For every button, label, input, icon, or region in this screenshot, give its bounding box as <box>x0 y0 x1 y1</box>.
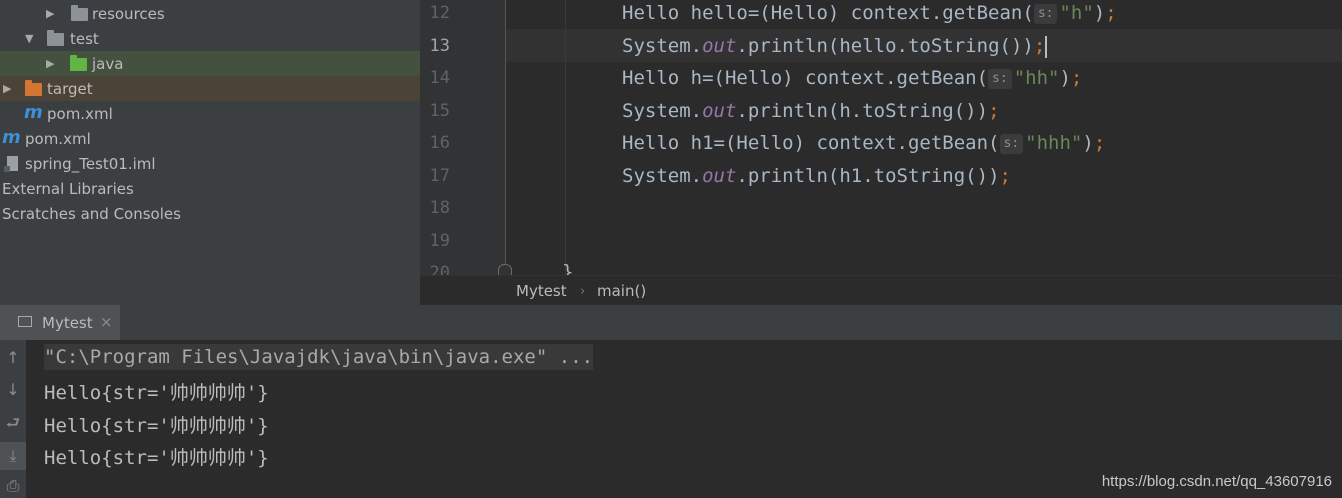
breadcrumb-class[interactable]: Mytest <box>516 282 567 300</box>
fold-marker-icon[interactable] <box>498 264 512 275</box>
tree-item-iml[interactable]: spring_Test01.iml <box>0 151 420 176</box>
code-line[interactable]: Hello hello=(Hello) context.getBean(s: "h… <box>622 2 1117 24</box>
code-editor[interactable]: 12 13 14 15 16 17 18 19 20 Hello hello=(… <box>420 0 1342 275</box>
semicolon: ; <box>1105 2 1117 24</box>
run-config-icon <box>18 316 32 327</box>
parameter-hint: s: <box>988 68 1012 89</box>
soft-wrap-icon[interactable]: ⮐ <box>0 412 26 439</box>
tree-item-label: pom.xml <box>47 104 113 123</box>
console-output-line: Hello{str='帅帅帅帅'} <box>44 382 269 404</box>
static-field: out <box>702 100 737 122</box>
semicolon: ; <box>1033 35 1046 57</box>
static-field: out <box>702 165 737 187</box>
tree-item-pom-root[interactable]: m pom.xml <box>0 126 420 151</box>
close-icon[interactable]: × <box>100 313 113 331</box>
code-text: Hello h=(Hello) context.getBean( <box>622 67 989 89</box>
code-line-current[interactable]: System.out.println(hello.toString()); <box>622 35 1048 58</box>
line-number: 18 <box>429 198 450 218</box>
arrow-up-icon[interactable]: ↑ <box>0 348 26 367</box>
tree-item-label: target <box>47 79 93 98</box>
code-text: System. <box>622 165 703 187</box>
code-text: ) <box>1059 67 1071 89</box>
code-line[interactable]: System.out.println(h.toString()); <box>622 100 1000 122</box>
semicolon: ; <box>1093 132 1106 154</box>
breadcrumb-method[interactable]: main() <box>597 282 646 300</box>
run-tab-mytest[interactable]: Mytest × <box>0 305 120 340</box>
parameter-hint: s: <box>999 133 1024 154</box>
maven-icon: m <box>2 127 21 148</box>
line-number: 15 <box>429 101 450 121</box>
tree-item-java[interactable]: ▶ java <box>0 51 420 76</box>
line-number: 14 <box>429 68 450 88</box>
tree-item-label: External Libraries <box>2 179 134 198</box>
tree-item-label: Scratches and Consoles <box>2 204 181 223</box>
code-text: Hello hello=(Hello) context.getBean( <box>622 2 1034 24</box>
parameter-hint: s: <box>1033 3 1058 24</box>
run-toolbar: ↑ ↓ ⮐ ⤓ ⎙ <box>0 340 26 498</box>
line-number: 12 <box>429 3 450 23</box>
test-folder-icon <box>70 55 87 71</box>
tree-item-pom-target[interactable]: m pom.xml <box>0 101 420 126</box>
semicolon: ; <box>988 100 1000 122</box>
module-file-icon <box>4 156 18 172</box>
folder-icon <box>47 30 64 46</box>
tree-item-label: java <box>92 54 124 73</box>
code-line[interactable]: System.out.println(h1.toString()); <box>622 165 1011 187</box>
expand-arrow-icon[interactable]: ▶ <box>46 57 54 70</box>
run-panel-header: Mytest × <box>0 305 1342 341</box>
tree-item-resources[interactable]: ▶ resources <box>0 1 420 26</box>
code-text: .println(h.toString()) <box>736 100 989 122</box>
expand-arrow-icon[interactable]: ▶ <box>3 82 11 95</box>
closing-brace: } <box>562 261 574 275</box>
breadcrumb: Mytest › main() <box>420 275 1342 306</box>
code-line[interactable]: Hello h=(Hello) context.getBean(s: "hh"); <box>622 67 1082 89</box>
static-field: out <box>702 35 737 57</box>
tree-item-target[interactable]: ▶ target <box>0 76 420 101</box>
code-line[interactable]: Hello h1=(Hello) context.getBean(s: "hhh"… <box>622 132 1105 154</box>
line-number: 20 <box>429 263 450 275</box>
line-number: 19 <box>429 231 450 251</box>
code-text: System. <box>622 35 703 57</box>
code-text: ) <box>1093 2 1106 24</box>
tree-item-label: test <box>70 29 99 48</box>
line-number-gutter: 12 13 14 15 16 17 18 19 20 <box>420 0 505 275</box>
semicolon: ; <box>1070 67 1083 89</box>
code-text: System. <box>622 100 703 122</box>
line-number: 17 <box>429 166 450 186</box>
folder-icon <box>71 5 88 21</box>
tree-item-label: spring_Test01.iml <box>25 154 156 173</box>
tree-item-label: pom.xml <box>25 129 91 148</box>
tree-item-test[interactable]: ▼ test <box>0 26 420 51</box>
code-text: .println(h1.toString()) <box>736 165 1000 187</box>
string-literal: "h" <box>1059 2 1094 24</box>
console-output-line: Hello{str='帅帅帅帅'} <box>44 447 269 469</box>
tree-item-scratches[interactable]: Scratches and Consoles <box>0 201 420 226</box>
arrow-down-icon[interactable]: ↓ <box>0 380 26 399</box>
run-tab-label: Mytest <box>42 314 93 332</box>
console-output-line: Hello{str='帅帅帅帅'} <box>44 415 269 437</box>
run-console[interactable]: "C:\Program Files\Javajdk\java\bin\java.… <box>26 340 1342 498</box>
collapse-arrow-icon[interactable]: ▼ <box>25 32 33 45</box>
excluded-folder-icon <box>25 80 42 96</box>
string-literal: "hh" <box>1013 67 1060 89</box>
maven-icon: m <box>24 102 43 123</box>
print-icon[interactable]: ⎙ <box>0 476 26 496</box>
tree-item-external-libraries[interactable]: External Libraries <box>0 176 420 201</box>
line-number: 16 <box>429 133 450 153</box>
scroll-to-end-icon[interactable]: ⤓ <box>0 442 26 470</box>
line-number-current: 13 <box>429 36 450 56</box>
expand-arrow-icon[interactable]: ▶ <box>46 7 54 20</box>
string-literal: "hhh" <box>1025 132 1083 154</box>
code-text: .println(hello.toString()) <box>736 35 1034 57</box>
code-text: Hello h1=(Hello) context.getBean( <box>622 132 1000 154</box>
text-caret <box>1045 35 1048 58</box>
semicolon: ; <box>999 165 1011 187</box>
breadcrumb-separator: › <box>580 284 586 299</box>
tree-item-label: resources <box>92 4 165 23</box>
code-text: ) <box>1082 132 1094 154</box>
indent-guide <box>565 0 566 275</box>
watermark: https://blog.csdn.net/qq_43607916 <box>1101 473 1332 490</box>
project-tree: ▶ resources ▼ test ▶ java ▶ target m pom… <box>0 0 420 305</box>
console-command-line: "C:\Program Files\Javajdk\java\bin\java.… <box>44 344 594 370</box>
